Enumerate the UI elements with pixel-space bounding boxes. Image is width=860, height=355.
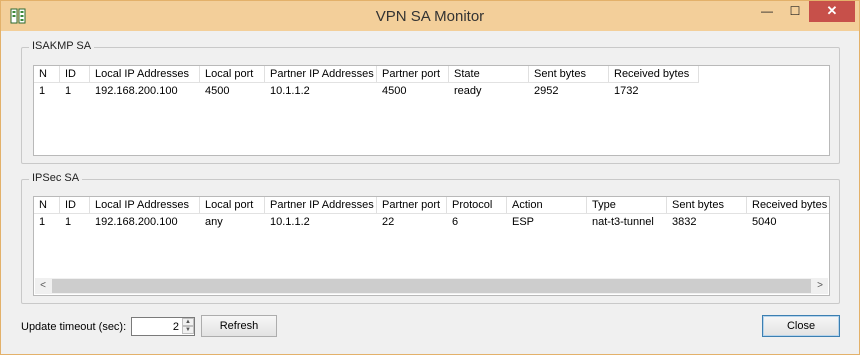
update-timeout-input[interactable] [132,318,181,335]
ipsec-horizontal-scrollbar[interactable]: < > [35,278,828,294]
table-cell: 22 [382,216,395,228]
column-header[interactable]: Protocol [447,197,507,213]
table-cell: 10.1.1.2 [270,85,310,97]
scrollbar-thumb[interactable] [52,279,811,293]
minimize-button[interactable]: — [752,1,782,22]
table-cell: 192.168.200.100 [95,216,178,228]
table-cell: 2952 [534,85,559,97]
table-cell: 4500 [382,85,407,97]
window-title: VPN SA Monitor [375,8,485,25]
column-header[interactable]: Action [507,197,587,213]
column-header[interactable]: Partner IP Addresses [265,66,377,82]
table-cell: 1 [39,85,46,97]
column-header[interactable]: N [34,66,60,82]
table-cell: nat-t3-tunnel [592,216,654,228]
ipsec-header-row: N ID Local IP Addresses Local port Partner I… [34,197,829,214]
title-bar[interactable]: VPN SA Monitor — ☐ ✕ [1,1,859,31]
scroll-left-icon[interactable]: < [35,278,51,294]
column-header[interactable]: N [34,197,60,213]
column-header[interactable]: Local port [200,66,265,82]
column-header[interactable]: State [449,66,529,82]
column-header[interactable]: Partner port [377,66,449,82]
vpn-sa-monitor-window: VPN SA Monitor — ☐ ✕ ISAKMP SA N ID Local … [0,0,860,355]
column-header[interactable]: Local IP Addresses [90,197,200,213]
table-cell: 10.1.1.2 [270,216,310,228]
column-header[interactable]: Partner IP Addresses [265,197,377,213]
update-timeout-label: Update timeout (sec): [21,321,127,333]
column-header[interactable]: Received bytes [747,197,829,213]
column-header[interactable]: Local IP Addresses [90,66,200,82]
table-cell: 1732 [614,85,639,97]
table-row[interactable]: 1 1 192.168.200.100 4500 10.1.1.2 4500 ready 29… [34,83,699,99]
table-cell: ESP [512,216,535,228]
table-cell: any [205,216,223,228]
table-cell: 1 [65,85,72,97]
column-header[interactable]: Type [587,197,667,213]
table-cell: 1 [65,216,72,228]
isakmp-sa-table[interactable]: N ID Local IP Addresses Local port Partner I… [33,65,830,156]
maximize-button[interactable]: ☐ [782,1,808,22]
table-cell: 6 [452,216,459,228]
column-header[interactable]: Local port [200,197,265,213]
table-cell: 3832 [672,216,697,228]
ipsec-sa-table[interactable]: < > N ID Local IP Addresses Local port Partn… [33,196,830,296]
table-cell: 5040 [752,216,777,228]
table-cell: 1 [39,216,46,228]
column-header[interactable]: Received bytes [609,66,699,82]
table-cell: ready [454,85,482,97]
spin-up-icon[interactable]: ▲ [182,318,194,326]
isakmp-sa-title: ISAKMP SA [29,40,95,52]
table-cell: 192.168.200.100 [95,85,178,97]
isakmp-sa-group: ISAKMP SA N ID Local IP Addresses Local por… [21,40,840,164]
update-timeout-stepper[interactable]: ▲ ▼ [131,317,195,336]
column-header[interactable]: Sent bytes [529,66,609,82]
spin-down-icon[interactable]: ▼ [182,326,194,334]
close-button[interactable]: Close [762,315,840,337]
column-header[interactable]: ID [60,197,90,213]
ipsec-sa-title: IPSec SA [29,172,83,184]
scroll-right-icon[interactable]: > [812,278,828,294]
ipsec-sa-group: IPSec SA < > N ID Local IP Addresses Local … [21,172,840,304]
table-row[interactable]: 1 1 192.168.200.100 any 10.1.1.2 22 6 ESP nat-t3… [34,214,829,230]
column-header[interactable]: ID [60,66,90,82]
isakmp-header-row: N ID Local IP Addresses Local port Partner I… [34,66,699,83]
column-header[interactable]: Sent bytes [667,197,747,213]
refresh-button[interactable]: Refresh [201,315,277,337]
close-window-button[interactable]: ✕ [809,1,855,22]
column-header[interactable]: Partner port [377,197,447,213]
table-cell: 4500 [205,85,230,97]
